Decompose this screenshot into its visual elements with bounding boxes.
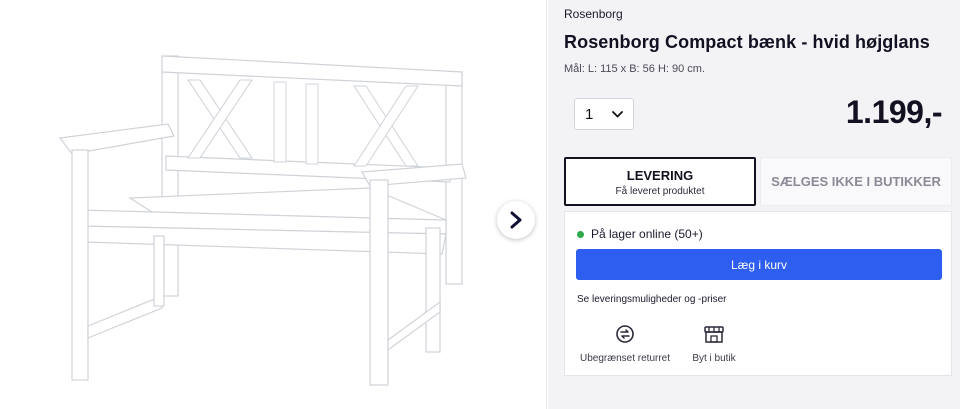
product-info-panel: Rosenborg Rosenborg Compact bænk - hvid … [548,0,960,409]
feature-exchange-label: Byt i butik [692,353,736,364]
product-brand[interactable]: Rosenborg [564,7,623,21]
chevron-right-icon [510,211,522,229]
next-image-button[interactable] [497,201,535,239]
bench-image [58,55,467,386]
feature-exchange: Byt i butik [683,324,745,364]
delivery-options-link[interactable]: Se leveringsmuligheder og -priser [577,294,727,305]
return-arrows-icon [616,325,634,343]
feature-returns-label: Ubegrænset returret [579,353,671,364]
chevron-down-icon [612,110,623,117]
store-icon [704,326,724,343]
product-title: Rosenborg Compact bænk - hvid højglans [564,32,930,52]
add-to-cart-button[interactable]: Læg i kurv [576,249,942,280]
stock-dot-icon [577,230,584,238]
quantity-select[interactable]: 1 [574,98,634,130]
tab-store[interactable]: SÆLGES IKKE I BUTIKKER [760,157,952,206]
tab-delivery[interactable]: LEVERING Få leveret produktet [564,157,756,206]
tab-delivery-subtitle: Få leveret produktet [615,186,705,197]
product-gallery [0,0,547,409]
tab-delivery-title: LEVERING [626,168,694,183]
stock-text: På lager online (50+) [591,227,703,241]
quantity-value: 1 [585,105,594,123]
product-price: 1.199,- [845,94,943,130]
feature-returns: Ubegrænset returret [579,324,671,364]
product-dimensions: Mål: L: 115 x B: 56 H: 90 cm. [564,63,706,75]
stock-status: På lager online (50+) [577,227,703,241]
purchase-card: På lager online (50+) Læg i kurv Se leve… [564,211,952,376]
